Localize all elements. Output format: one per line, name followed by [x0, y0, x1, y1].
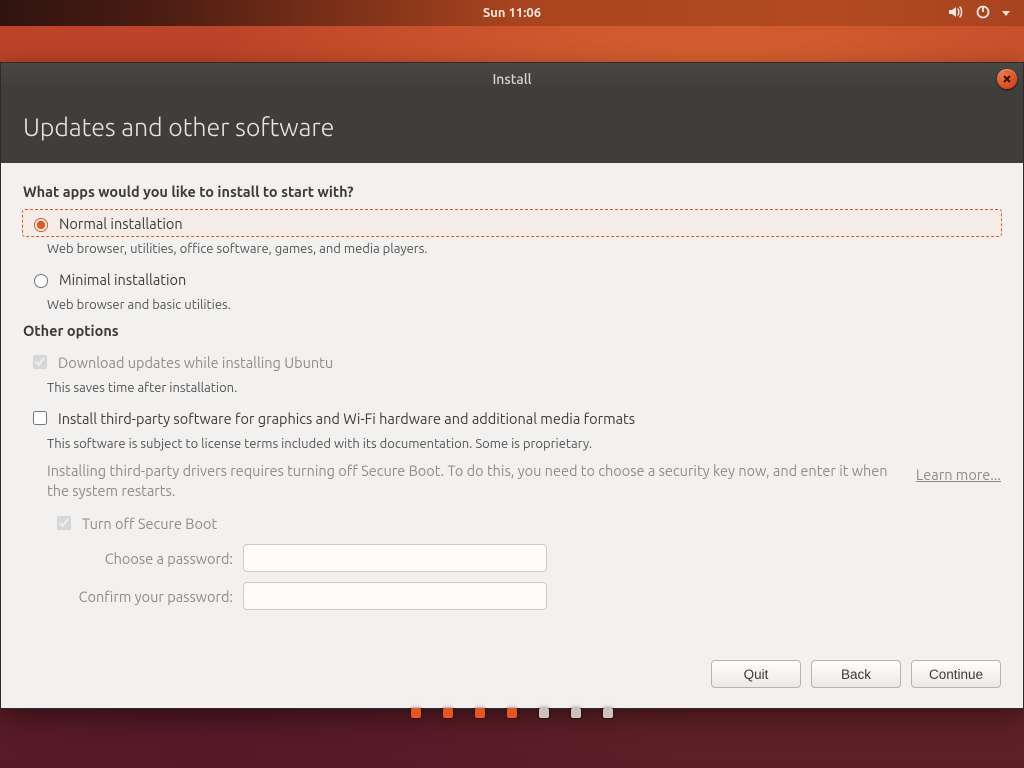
power-icon[interactable]	[976, 5, 990, 22]
check-download-updates: Download updates while installing Ubuntu	[23, 349, 1001, 375]
check-secure-boot-input	[57, 516, 71, 530]
check-download-updates-input	[33, 355, 47, 369]
window-close-button[interactable]	[997, 69, 1017, 89]
progress-dots	[0, 708, 1024, 718]
window-titlebar: Install	[1, 63, 1023, 95]
check-secure-boot: Turn off Secure Boot	[53, 512, 1001, 534]
password-input	[243, 544, 547, 572]
check-third-party-input[interactable]	[33, 411, 47, 425]
radio-minimal-input[interactable]	[34, 274, 48, 288]
progress-dot	[411, 708, 421, 718]
check-third-party-label: Install third-party software for graphic…	[58, 410, 635, 427]
confirm-password-input	[243, 582, 547, 610]
progress-dot	[507, 708, 517, 718]
installer-window: Install Updates and other software What …	[0, 62, 1024, 709]
back-button[interactable]: Back	[811, 660, 901, 688]
check-third-party[interactable]: Install third-party software for graphic…	[23, 405, 1001, 431]
progress-dot	[539, 708, 549, 718]
radio-minimal-installation[interactable]: Minimal installation	[23, 266, 1001, 292]
continue-button[interactable]: Continue	[911, 660, 1001, 688]
secure-boot-info: Installing third-party drivers requires …	[47, 461, 898, 500]
other-options-title: Other options	[23, 322, 1001, 339]
radio-normal-desc: Web browser, utilities, office software,…	[47, 242, 1001, 256]
radio-normal-input[interactable]	[34, 218, 48, 232]
system-menu-chevron-icon[interactable]	[1002, 11, 1010, 16]
check-third-party-desc: This software is subject to license term…	[47, 437, 1001, 451]
volume-icon[interactable]	[948, 5, 964, 22]
progress-dot	[443, 708, 453, 718]
password-label: Choose a password:	[53, 550, 233, 567]
check-secure-boot-label: Turn off Secure Boot	[82, 515, 217, 532]
progress-dot	[571, 708, 581, 718]
confirm-password-label: Confirm your password:	[53, 588, 233, 605]
radio-minimal-desc: Web browser and basic utilities.	[47, 298, 1001, 312]
progress-dot	[603, 708, 613, 718]
system-top-bar: Sun 11:06	[0, 0, 1024, 26]
radio-normal-label: Normal installation	[59, 215, 183, 232]
progress-dot	[475, 708, 485, 718]
quit-button[interactable]: Quit	[711, 660, 801, 688]
clock-label: Sun 11:06	[483, 6, 541, 20]
radio-normal-installation[interactable]: Normal installation	[23, 210, 1001, 236]
install-apps-question: What apps would you like to install to s…	[23, 183, 1001, 200]
check-download-updates-desc: This saves time after installation.	[47, 381, 1001, 395]
learn-more-link[interactable]: Learn more...	[916, 465, 1001, 485]
page-title: Updates and other software	[1, 95, 1023, 163]
desktop: Sun 11:06 Install	[0, 0, 1024, 768]
check-download-updates-label: Download updates while installing Ubuntu	[58, 354, 333, 371]
window-title: Install	[492, 71, 531, 87]
radio-minimal-label: Minimal installation	[59, 271, 186, 288]
